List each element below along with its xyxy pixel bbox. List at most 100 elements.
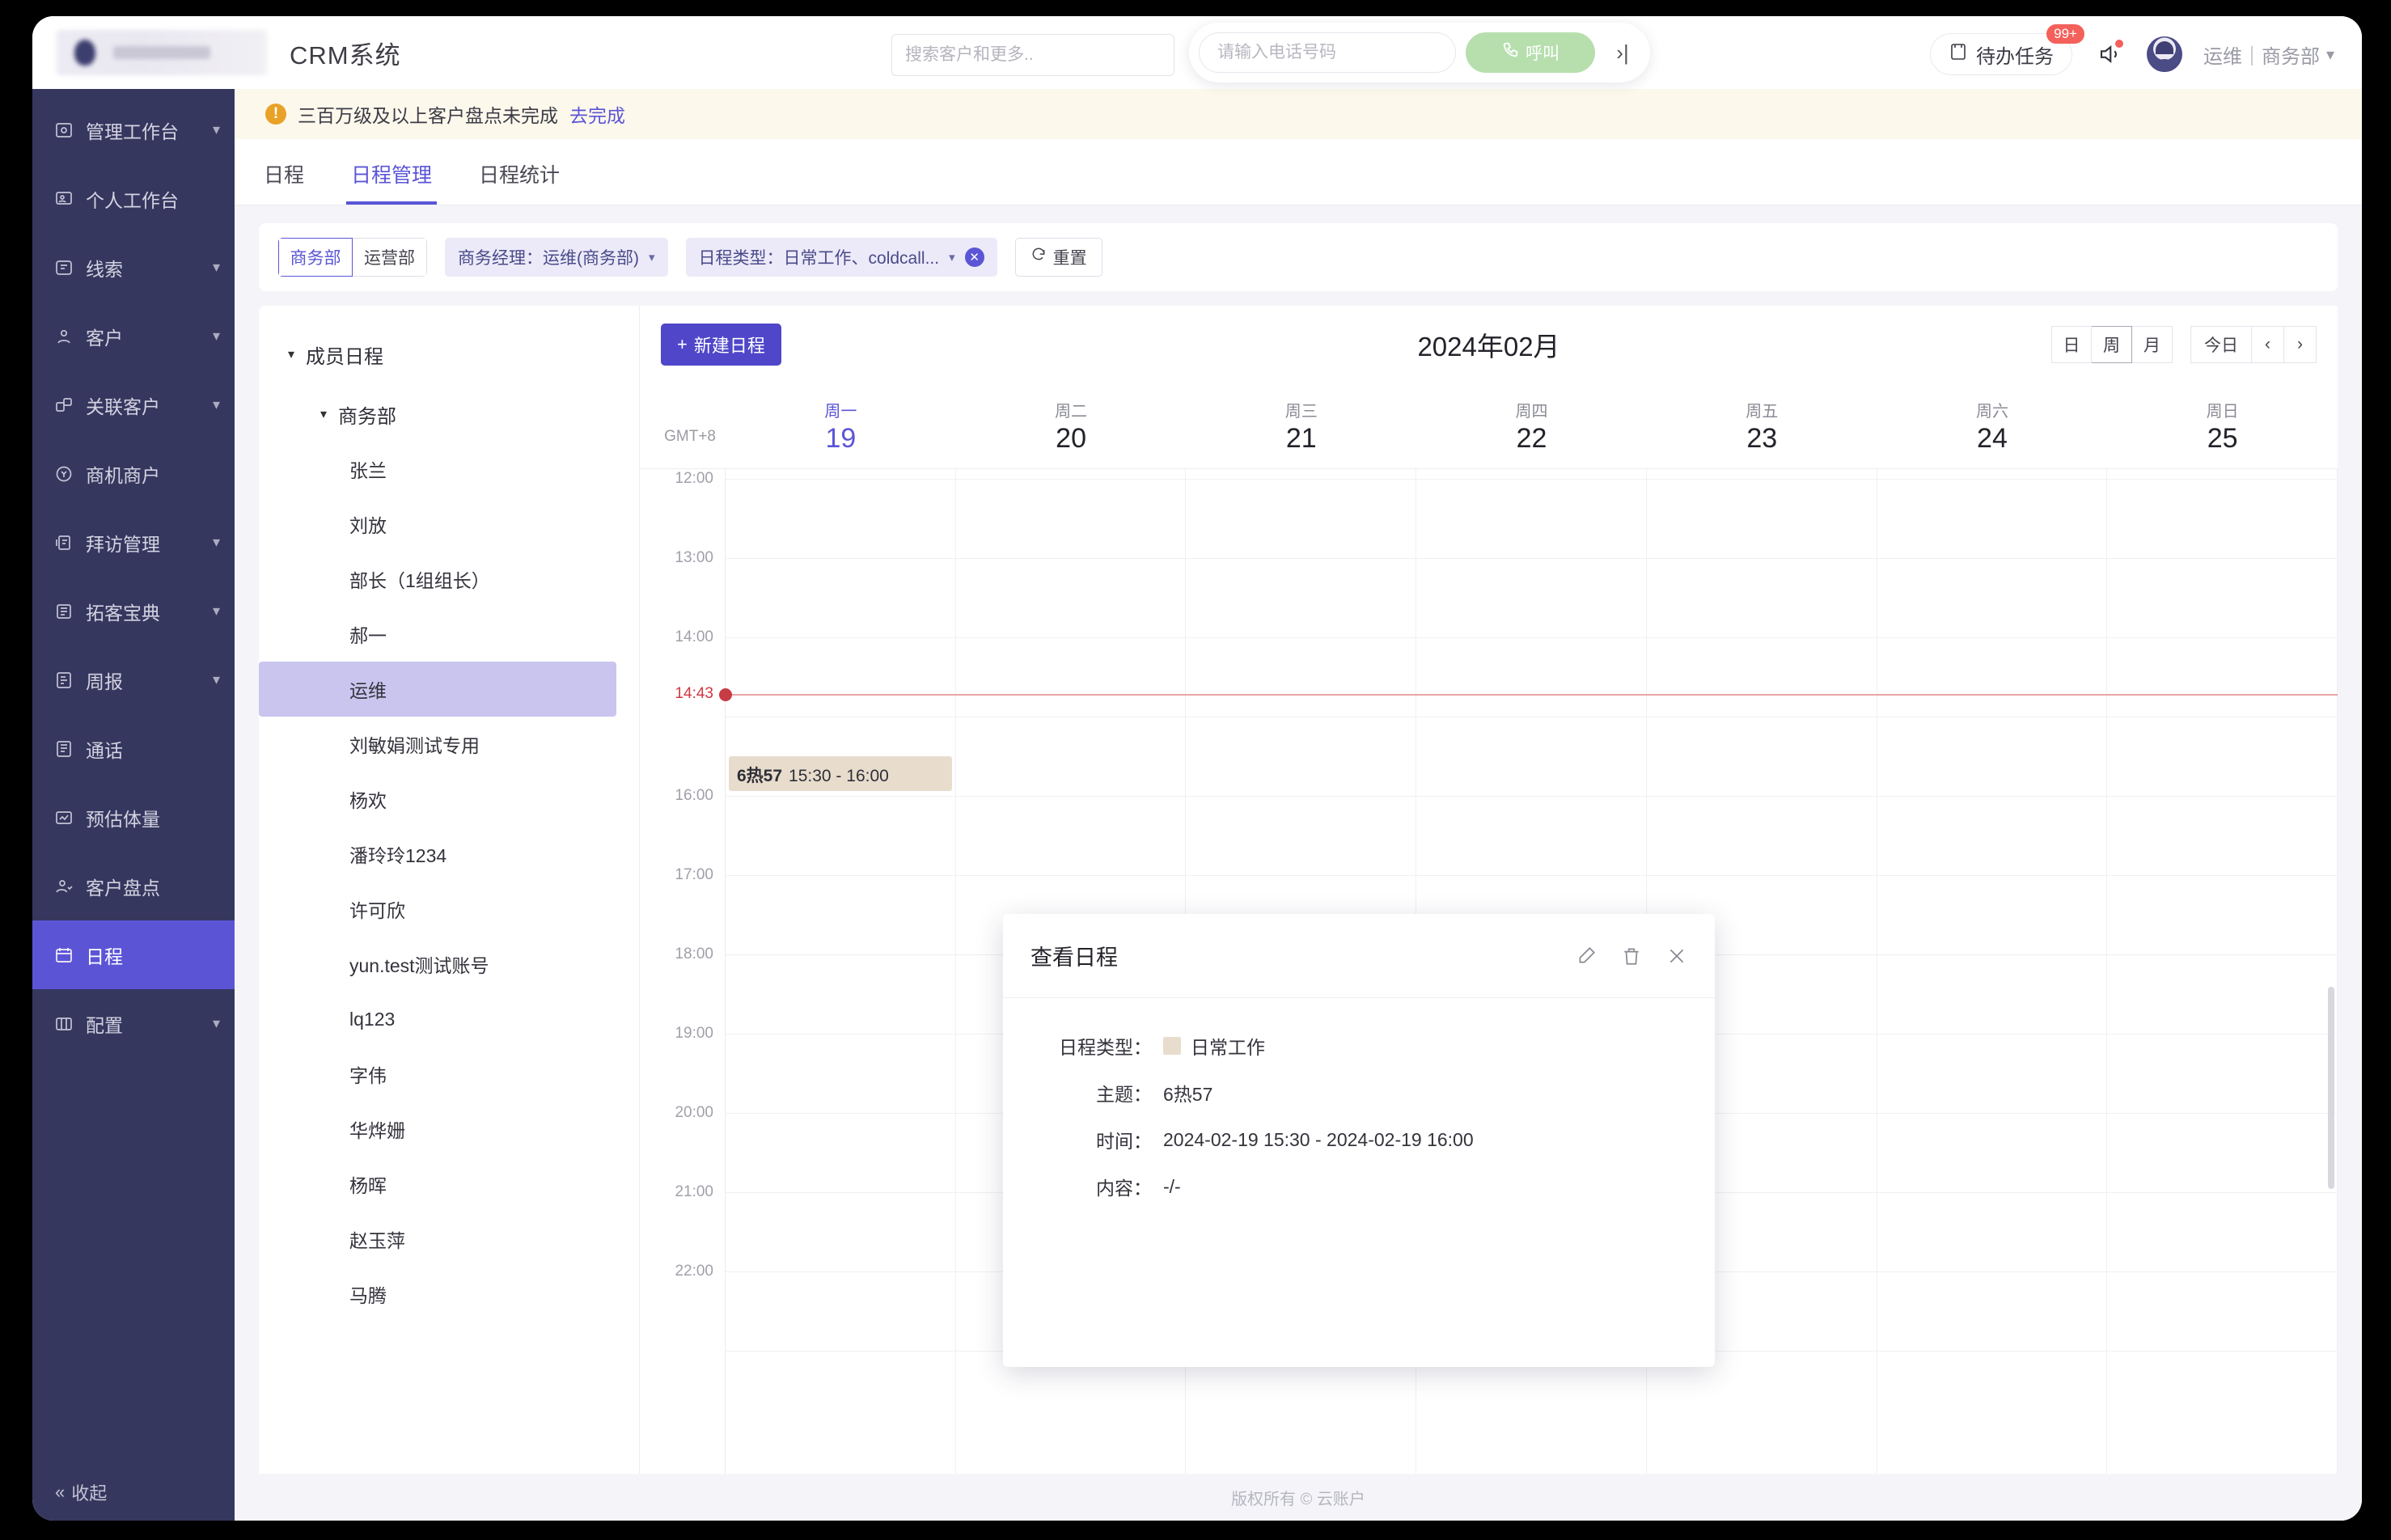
- user-menu-chevron-down-icon[interactable]: ▾: [2326, 44, 2334, 65]
- tree-member-4[interactable]: 郝一: [259, 607, 616, 662]
- calendar-event-1[interactable]: 6热57 15:30 - 16:00: [729, 756, 952, 791]
- search-input[interactable]: [891, 34, 1174, 76]
- tree-root-member-schedule[interactable]: ▾ 成员日程: [259, 327, 639, 382]
- manager-filter[interactable]: 商务经理：运维(商务部) ▾: [445, 238, 668, 277]
- grid-line: [1186, 558, 1416, 559]
- tree-group-business-dept[interactable]: ▾ 商务部: [259, 387, 639, 442]
- chevron-down-icon: ▾: [212, 603, 220, 619]
- tree-member-3[interactable]: 部长（1组组长）: [259, 552, 616, 607]
- close-popup-button[interactable]: [1666, 946, 1687, 967]
- today-button[interactable]: 今日: [2190, 326, 2252, 363]
- popup-type-label: 日程类型：: [1059, 1037, 1152, 1058]
- sidebar-item-10[interactable]: 通话: [32, 714, 235, 783]
- tree-member-10[interactable]: yun.test测试账号: [259, 937, 616, 992]
- view-mode-3[interactable]: 月: [2132, 326, 2173, 363]
- dialer-collapse-icon[interactable]: ›|: [1605, 40, 1640, 66]
- tree-member-13[interactable]: 华烨姗: [259, 1102, 616, 1157]
- popup-row-content: 内容： -/-: [1042, 1173, 1676, 1200]
- phone-number-input[interactable]: [1199, 32, 1456, 73]
- tree-member-2[interactable]: 刘放: [259, 497, 616, 552]
- next-week-button[interactable]: ›: [2284, 326, 2317, 363]
- department-segment-option-2[interactable]: 运营部: [353, 238, 427, 277]
- tree-member-list: 张兰 刘放 部长（1组组长） 郝一 运维 刘敏娟测试专用 杨欢 潘玲玲1234 许可欣 yun.t…: [259, 442, 639, 1322]
- sidebar-item-6[interactable]: 商机商户: [32, 439, 235, 508]
- sidebar-item-3[interactable]: 线索 ▾: [32, 233, 235, 302]
- view-mode-1[interactable]: 日: [2051, 326, 2092, 363]
- tree-member-16[interactable]: 马腾: [259, 1267, 616, 1322]
- day-of-week: 周六: [1975, 402, 2008, 421]
- tab-1[interactable]: 日程: [259, 159, 309, 205]
- clear-filter-icon[interactable]: ✕: [964, 248, 984, 267]
- search-field-wrapper: [891, 34, 1174, 76]
- grid-line: [1186, 875, 1416, 876]
- sidebar-item-5[interactable]: 关联客户 ▾: [32, 370, 235, 439]
- alert-action-link[interactable]: 去完成: [569, 100, 625, 128]
- view-mode-2[interactable]: 周: [2092, 326, 2132, 363]
- day-header-3[interactable]: 周三 21: [1186, 383, 1416, 468]
- popup-type-value: 日常工作: [1191, 1037, 1265, 1058]
- calendar-scrollbar[interactable]: [2328, 987, 2334, 1189]
- prev-week-button[interactable]: ‹: [2252, 326, 2284, 363]
- grid-line: [2107, 1351, 2338, 1352]
- tree-member-5[interactable]: 运维: [259, 662, 616, 717]
- sidebar-item-2[interactable]: 个人工作台: [32, 164, 235, 233]
- tree-member-7[interactable]: 杨欢: [259, 772, 616, 827]
- tree-member-12[interactable]: 字伟: [259, 1047, 616, 1102]
- tree-member-14[interactable]: 杨晖: [259, 1157, 616, 1212]
- user-name[interactable]: 运维｜商务部: [2203, 40, 2320, 69]
- tree-member-9[interactable]: 许可欣: [259, 882, 616, 937]
- tree-member-8[interactable]: 潘玲玲1234: [259, 827, 616, 882]
- day-header-7[interactable]: 周日 25: [2107, 383, 2338, 468]
- chevron-down-icon: ▾: [212, 259, 220, 275]
- department-segment-option-1[interactable]: 商务部: [278, 238, 353, 277]
- day-header-1[interactable]: 周一 19: [726, 383, 956, 468]
- sidebar-item-13[interactable]: 日程: [32, 920, 235, 989]
- sidebar-item-8[interactable]: 拓客宝典 ▾: [32, 577, 235, 645]
- tree-member-1[interactable]: 张兰: [259, 442, 616, 497]
- sidebar-item-9[interactable]: 周报 ▾: [32, 645, 235, 714]
- day-header-2[interactable]: 周二 20: [956, 383, 1187, 468]
- popup-header: 查看日程: [1003, 914, 1715, 998]
- grid-line: [1416, 875, 1646, 876]
- sidebar-item-11[interactable]: 预估体量: [32, 783, 235, 852]
- day-header-6[interactable]: 周六 24: [1877, 383, 2108, 468]
- dialer-pod: 呼叫 ›|: [1189, 23, 1650, 82]
- grid-line: [1416, 558, 1646, 559]
- tree-member-15[interactable]: 赵玉萍: [259, 1212, 616, 1267]
- day-header-4[interactable]: 周四 22: [1416, 383, 1647, 468]
- sidebar-item-14[interactable]: 配置 ▾: [32, 989, 235, 1058]
- day-column-7[interactable]: [2107, 469, 2338, 1474]
- day-column-6[interactable]: [1877, 469, 2108, 1474]
- reset-button[interactable]: 重置: [1014, 238, 1102, 277]
- tree-member-6[interactable]: 刘敏娟测试专用: [259, 717, 616, 772]
- call-button[interactable]: 呼叫: [1466, 32, 1595, 73]
- tree-member-11[interactable]: lq123: [259, 992, 616, 1047]
- day-header-5[interactable]: 周五 23: [1647, 383, 1877, 468]
- new-schedule-button[interactable]: + 新建日程: [661, 324, 781, 366]
- sidebar-item-7[interactable]: 拜访管理 ▾: [32, 508, 235, 577]
- time-label: 22:00: [675, 1263, 713, 1280]
- day-number: 23: [1746, 422, 1778, 454]
- grid-line: [2107, 1192, 2338, 1193]
- calendar-view-controls: 日周月 今日 ‹ ›: [2051, 326, 2317, 363]
- grid-line: [1416, 479, 1646, 480]
- edit-schedule-button[interactable]: [1576, 946, 1597, 967]
- company-logo: [57, 30, 267, 75]
- sidebar-item-label: 拜访管理: [86, 533, 160, 555]
- todo-tasks-button[interactable]: 待办任务 99+: [1929, 24, 2084, 75]
- day-column-1[interactable]: 6热57 15:30 - 16:00: [726, 469, 956, 1474]
- sidebar-item-1[interactable]: 管理工作台 ▾: [32, 95, 235, 164]
- delete-schedule-button[interactable]: [1621, 946, 1642, 967]
- tab-3[interactable]: 日程统计: [474, 159, 565, 205]
- caret-down-icon: ▾: [288, 348, 295, 362]
- tab-2[interactable]: 日程管理: [346, 159, 438, 205]
- sidebar-item-4[interactable]: 客户 ▾: [32, 302, 235, 370]
- time-label: 21:00: [675, 1183, 713, 1200]
- sidebar-item-12[interactable]: 客户盘点: [32, 852, 235, 920]
- schedule-type-filter[interactable]: 日程类型：日常工作、coldcall... ▾ ✕: [685, 238, 997, 277]
- avatar[interactable]: [2146, 36, 2182, 72]
- grid-line: [1186, 479, 1416, 480]
- time-axis: 12:00 13:00 14:00 16:00 17:00 18:00 19:00 20:00…: [640, 469, 726, 1474]
- sidebar-collapse-button[interactable]: « 收起: [32, 1464, 235, 1521]
- announcement-button[interactable]: [2093, 38, 2126, 70]
